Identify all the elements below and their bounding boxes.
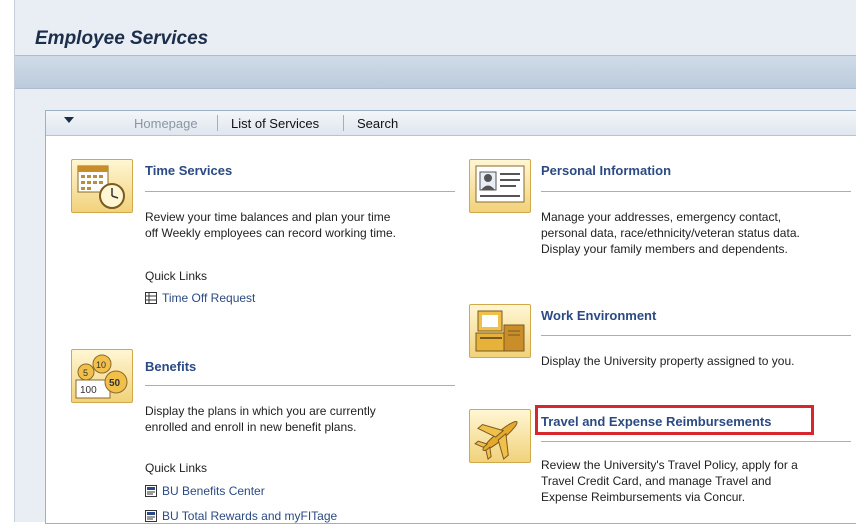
highlight-box (535, 405, 814, 435)
benefits-description: Display the plans in which you are curre… (145, 404, 376, 434)
menu-dropdown-icon[interactable] (64, 117, 74, 123)
id-card-icon[interactable] (469, 159, 531, 213)
services-panel: Homepage List of Services Search Time Se… (45, 110, 856, 524)
page-title: Employee Services (35, 28, 209, 49)
svg-text:100: 100 (80, 385, 97, 396)
nav-homepage[interactable]: Homepage (134, 116, 198, 131)
divider (145, 385, 455, 386)
document-icon (145, 510, 157, 522)
nav-divider (343, 115, 344, 131)
time-services-description: Review your time balances and plan your … (145, 210, 396, 240)
svg-text:10: 10 (96, 360, 106, 370)
personal-information-link[interactable]: Personal Information (541, 163, 671, 178)
travel-expense-description: Review the University's Travel Policy, a… (541, 458, 798, 504)
airplane-icon[interactable] (469, 409, 531, 463)
svg-text:5: 5 (83, 368, 88, 378)
table-icon (145, 292, 157, 304)
nav-list-of-services[interactable]: List of Services (231, 116, 319, 131)
time-off-request-link[interactable]: Time Off Request (162, 291, 255, 305)
divider (541, 335, 851, 336)
nav-divider (217, 115, 218, 131)
benefits-link[interactable]: Benefits (145, 359, 196, 374)
coins-icon[interactable]: 100 5 10 50 (71, 349, 133, 403)
svg-text:50: 50 (109, 378, 121, 389)
divider (541, 191, 851, 192)
divider (541, 441, 851, 442)
work-environment-link[interactable]: Work Environment (541, 308, 656, 323)
divider (145, 191, 455, 192)
computer-icon[interactable] (469, 304, 531, 358)
header-bar (15, 55, 856, 89)
quick-links-label: Quick Links (145, 461, 208, 475)
work-environment-description: Display the University property assigned… (541, 354, 795, 368)
quick-links-label: Quick Links (145, 269, 208, 283)
bu-benefits-center-link[interactable]: BU Benefits Center (162, 484, 265, 498)
personal-information-description: Manage your addresses, emergency contact… (541, 210, 800, 256)
nav-search[interactable]: Search (357, 116, 398, 131)
bu-total-rewards-link[interactable]: BU Total Rewards and myFITage (162, 509, 337, 523)
time-services-link[interactable]: Time Services (145, 163, 232, 178)
app-frame: Employee Services Homepage List of Servi… (14, 0, 856, 524)
calendar-clock-icon[interactable] (71, 159, 133, 213)
nav-bar: Homepage List of Services Search (46, 111, 856, 136)
document-icon (145, 485, 157, 497)
